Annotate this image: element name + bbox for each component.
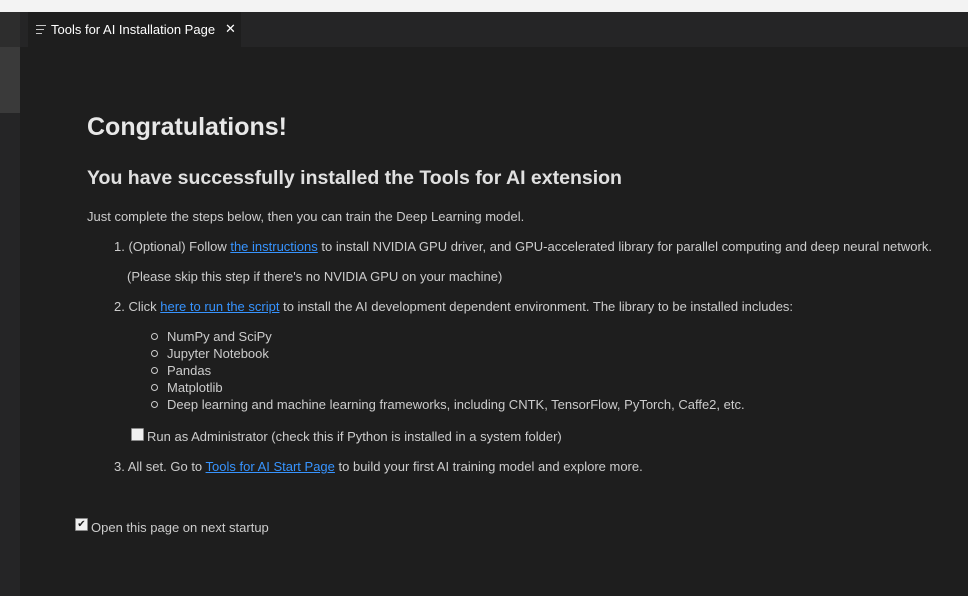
step-2: 2. Click here to run the script to insta… bbox=[114, 299, 793, 314]
tab-bar-left-edge bbox=[0, 12, 20, 47]
library-item: Pandas bbox=[167, 363, 212, 378]
intro-text: Just complete the steps below, then you … bbox=[87, 209, 525, 224]
webview-content: Congratulations! You have successfully i… bbox=[20, 47, 968, 596]
instructions-link[interactable]: the instructions bbox=[230, 239, 317, 254]
checkmark-icon: ✔ bbox=[77, 518, 86, 530]
step-1-suffix: to install NVIDIA GPU driver, and GPU-ac… bbox=[317, 239, 932, 254]
list-bullet bbox=[151, 333, 158, 340]
library-item: Matplotlib bbox=[167, 380, 223, 395]
run-as-admin-checkbox[interactable] bbox=[131, 428, 144, 441]
tab-title: Tools for AI Installation Page bbox=[51, 22, 216, 37]
step-1: 1. (Optional) Follow the instructions to… bbox=[114, 239, 932, 254]
library-item: NumPy and SciPy bbox=[167, 329, 272, 344]
step-3-suffix: to build your first AI training model an… bbox=[334, 459, 643, 474]
file-lines-icon bbox=[36, 25, 46, 34]
page-subtitle: You have successfully installed the Tool… bbox=[87, 167, 622, 189]
list-bullet bbox=[151, 350, 158, 357]
step-2-suffix: to install the AI development dependent … bbox=[279, 299, 794, 314]
run-as-admin-label: Run as Administrator (check this if Pyth… bbox=[147, 429, 562, 444]
tab-installation-page[interactable]: Tools for AI Installation Page ✕ bbox=[28, 12, 241, 47]
library-item: Jupyter Notebook bbox=[167, 346, 269, 361]
editor-tab-bar: Tools for AI Installation Page ✕ bbox=[0, 12, 968, 47]
step-3: 3. All set. Go to Tools for AI Start Pag… bbox=[114, 459, 643, 474]
sidebar-scroll-thumb[interactable] bbox=[0, 47, 20, 113]
step-3-prefix: 3. All set. Go to bbox=[114, 459, 206, 474]
step-1-prefix: 1. (Optional) Follow bbox=[114, 239, 231, 254]
close-icon[interactable]: ✕ bbox=[225, 22, 236, 37]
library-item: Deep learning and machine learning frame… bbox=[167, 397, 745, 412]
list-bullet bbox=[151, 384, 158, 391]
start-page-link[interactable]: Tools for AI Start Page bbox=[206, 459, 335, 474]
page-title: Congratulations! bbox=[87, 113, 287, 141]
list-bullet bbox=[151, 367, 158, 374]
open-on-startup-checkbox[interactable]: ✔ bbox=[75, 518, 88, 531]
window-top-strip bbox=[0, 0, 968, 12]
list-bullet bbox=[151, 401, 158, 408]
step-1-note: (Please skip this step if there's no NVI… bbox=[127, 269, 503, 284]
step-2-prefix: 2. Click bbox=[114, 299, 161, 314]
open-on-startup-label: Open this page on next startup bbox=[91, 520, 269, 535]
left-sidebar bbox=[0, 47, 20, 596]
run-script-link[interactable]: here to run the script bbox=[160, 299, 279, 314]
